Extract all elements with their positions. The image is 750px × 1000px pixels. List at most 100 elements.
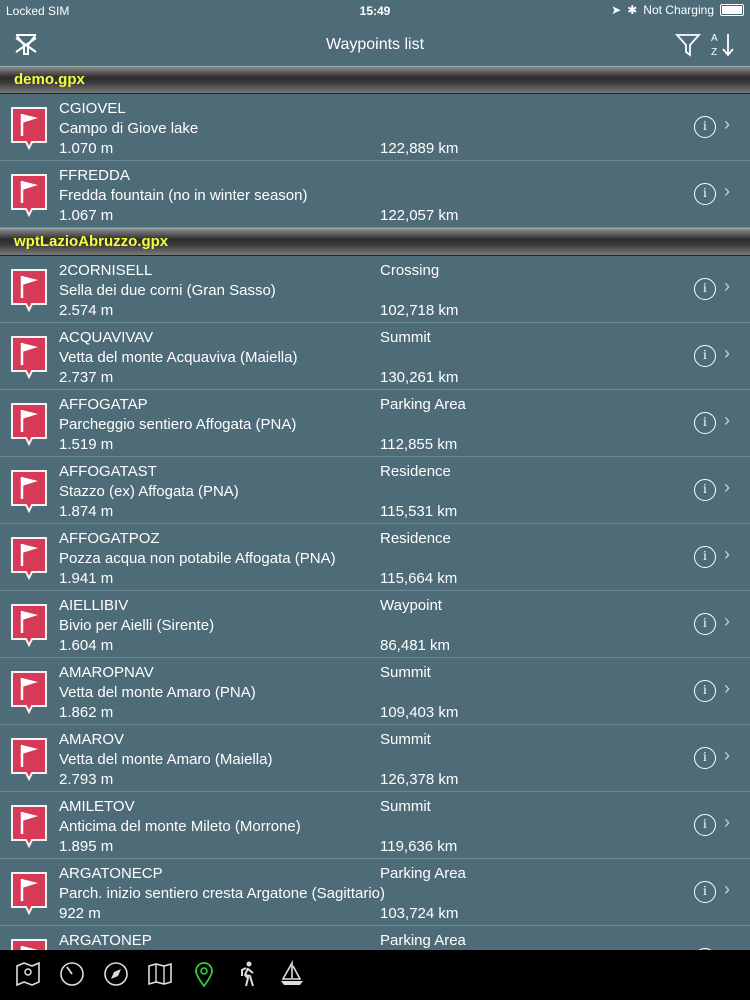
sort-az-icon[interactable]: A Z (708, 30, 736, 58)
waypoints-list[interactable]: demo.gpx CGIOVEL Campo di Giove lake 1.070… (0, 66, 750, 950)
waypoint-type: Summit (380, 731, 431, 748)
waypoint-row[interactable]: AFFOGATAP Parcheggio sentiero Affogata (P… (0, 390, 750, 457)
waypoint-code: AFFOGATPOZ (59, 530, 160, 547)
waypoint-code: AFFOGATAP (59, 396, 148, 413)
waypoint-distance: 112,855 km (380, 436, 458, 453)
waypoint-distance: 130,261 km (380, 369, 459, 386)
charging-label: Not Charging (643, 3, 714, 17)
section-header: demo.gpx (0, 66, 750, 94)
chevron-right-icon[interactable]: › (724, 544, 730, 565)
page-title: Waypoints list (325, 36, 425, 53)
waypoint-elevation: 1.070 m (59, 140, 114, 157)
waypoint-description: Vetta del monte Acquaviva (Maiella) (59, 349, 298, 366)
chevron-right-icon[interactable]: › (724, 410, 730, 431)
info-icon[interactable]: i (694, 546, 716, 568)
waypoint-row[interactable]: AFFOGATPOZ Pozza acqua non potabile Affog… (0, 524, 750, 591)
waypoint-row[interactable]: AMILETOV Anticima del monte Mileto (Morro… (0, 792, 750, 859)
chevron-right-icon[interactable]: › (724, 745, 730, 766)
chevron-right-icon[interactable]: › (724, 879, 730, 900)
chevron-right-icon[interactable]: › (724, 276, 730, 297)
info-icon[interactable]: i (694, 881, 716, 903)
chevron-right-icon[interactable]: › (724, 611, 730, 632)
waypoint-type: Summit (380, 664, 431, 681)
waypoint-type: Parking Area (380, 396, 466, 413)
waypoint-type: Parking Area (380, 865, 466, 882)
compass-icon[interactable] (102, 960, 130, 988)
waypoint-flag-icon (11, 537, 47, 580)
info-icon[interactable]: i (694, 345, 716, 367)
waypoint-type: Summit (380, 798, 431, 815)
info-icon[interactable]: i (694, 183, 716, 205)
chevron-right-icon[interactable]: › (724, 812, 730, 833)
chevron-right-icon[interactable]: › (724, 181, 730, 202)
waypoint-description: Bivio per Aielli (Sirente) (59, 617, 215, 634)
waypoint-distance: 115,531 km (380, 503, 458, 520)
waypoint-distance: 126,378 km (380, 771, 459, 788)
waypoint-code: AMILETOV (59, 798, 135, 815)
chevron-right-icon[interactable]: › (724, 678, 730, 699)
info-icon[interactable]: i (694, 747, 716, 769)
waypoint-flag-icon (11, 470, 47, 513)
map-fold-icon[interactable] (146, 960, 174, 988)
location-pin-icon[interactable] (190, 960, 218, 988)
waypoint-description: Vetta del monte Amaro (PNA) (59, 684, 256, 701)
waypoint-row[interactable]: AMAROV Vetta del monte Amaro (Maiella) 2.7… (0, 725, 750, 792)
status-right: ➤ ✱ Not Charging (611, 3, 744, 17)
speedometer-icon[interactable] (58, 960, 86, 988)
info-icon[interactable]: i (694, 412, 716, 434)
info-icon[interactable]: i (694, 814, 716, 836)
info-icon[interactable]: i (694, 278, 716, 300)
waypoint-type: Summit (380, 329, 431, 346)
chevron-right-icon[interactable]: › (724, 477, 730, 498)
waypoint-row[interactable]: ACQUAVIVAV Vetta del monte Acquaviva (Mai… (0, 323, 750, 390)
waypoint-elevation: 1.895 m (59, 838, 114, 855)
waypoint-code: AMAROV (59, 731, 125, 748)
waypoint-row[interactable]: AFFOGATAST Stazzo (ex) Affogata (PNA) 1.87… (0, 457, 750, 524)
chevron-right-icon[interactable]: › (724, 343, 730, 364)
waypoint-distance: 109,403 km (380, 704, 459, 721)
waypoint-description: Parch. inizio sentiero cresta Argatone (… (59, 885, 385, 902)
status-bar: Locked SIM 15:49 ➤ ✱ Not Charging (0, 0, 750, 22)
waypoint-flag-icon (11, 107, 47, 150)
waypoint-row[interactable]: AMAROPNAV Vetta del monte Amaro (PNA) 1.86… (0, 658, 750, 725)
waypoint-row[interactable]: FFREDDA Fredda fountain (no in winter sea… (0, 161, 750, 228)
waypoint-elevation: 1.862 m (59, 704, 114, 721)
waypoint-type: Residence (380, 530, 451, 547)
info-icon[interactable]: i (694, 479, 716, 501)
chevron-right-icon[interactable]: › (724, 114, 730, 135)
waypoint-code: ARGATONECP (59, 865, 163, 882)
waypoint-flag-icon (11, 805, 47, 848)
waypoint-description: Fredda fountain (no in winter season) (59, 187, 308, 204)
waypoint-code: FFREDDA (59, 167, 130, 184)
waypoint-code: ACQUAVIVAV (59, 329, 154, 346)
waypoint-description: Pozza acqua non potabile Affogata (PNA) (59, 550, 336, 567)
waypoint-flag-icon (11, 269, 47, 312)
waypoint-distance: 102,718 km (380, 302, 459, 319)
battery-icon (720, 4, 744, 16)
bluetooth-icon: ✱ (627, 3, 638, 17)
info-icon[interactable]: i (694, 613, 716, 635)
waypoint-flag-icon (11, 403, 47, 446)
waypoint-flag-icon (11, 174, 47, 217)
waypoint-description: Campo di Giove lake (59, 120, 199, 137)
waypoint-code: AFFOGATAST (59, 463, 157, 480)
hiker-icon[interactable] (234, 960, 262, 988)
filter-icon[interactable] (674, 30, 702, 58)
waypoint-distance: 122,057 km (380, 207, 459, 224)
boat-icon[interactable] (278, 960, 306, 988)
info-icon[interactable]: i (694, 680, 716, 702)
waypoint-description: Sella dei due corni (Gran Sasso) (59, 282, 276, 299)
waypoint-distance: 115,664 km (380, 570, 458, 587)
waypoint-row[interactable]: ARGATONEPParcheggio inizio sentiero Arga… (0, 926, 750, 950)
map-icon[interactable] (14, 960, 42, 988)
waypoint-row[interactable]: AIELLIBIV Bivio per Aielli (Sirente) 1.604… (0, 591, 750, 658)
waypoint-distance: 119,636 km (380, 838, 458, 855)
svg-text:Z: Z (711, 47, 717, 58)
waypoint-description: Stazzo (ex) Affogata (PNA) (59, 483, 239, 500)
waypoint-row[interactable]: 2CORNISELL Sella dei due corni (Gran Sass… (0, 256, 750, 323)
waypoint-distance: 103,724 km (380, 905, 459, 922)
waypoint-row[interactable]: ARGATONECP Parch. inizio sentiero cresta … (0, 859, 750, 926)
waypoint-elevation: 2.574 m (59, 302, 114, 319)
waypoint-row[interactable]: CGIOVEL Campo di Giove lake 1.070 m 122,889… (0, 94, 750, 161)
info-icon[interactable]: i (694, 116, 716, 138)
